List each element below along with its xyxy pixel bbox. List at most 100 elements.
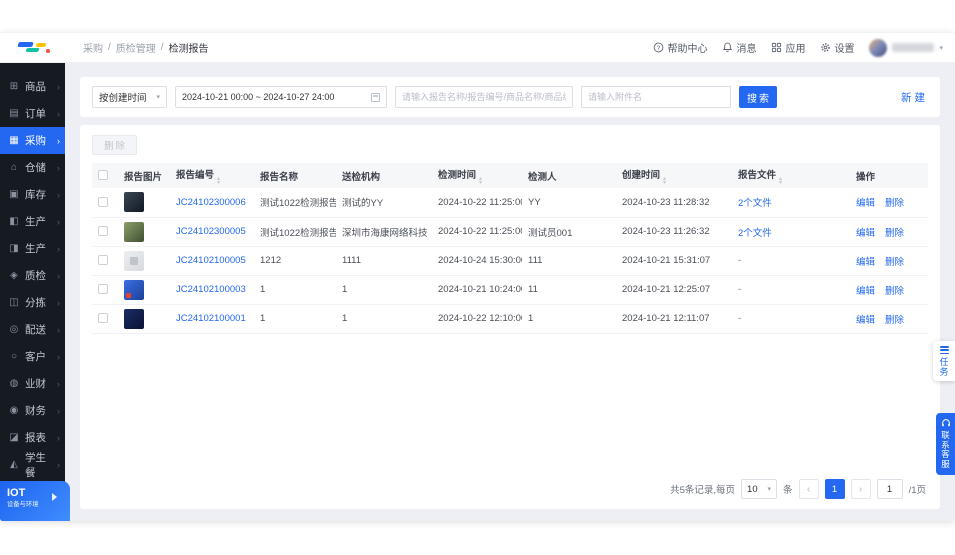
user-menu[interactable]: ▾ (869, 38, 943, 57)
sidebar-item-label: 商品 (25, 81, 46, 93)
col-test-time: 检测时间 (438, 169, 477, 181)
report-no-link[interactable]: JC24102100003 (176, 284, 246, 295)
date-range-input[interactable]: 2024-10-21 00:00 ~ 2024-10-27 24:00 (175, 86, 388, 108)
agency: 深圳市海康网络科技 (342, 227, 428, 239)
agency: 1 (342, 284, 348, 295)
row-checkbox[interactable] (98, 313, 108, 324)
report-no-link[interactable]: JC24102100005 (176, 255, 246, 266)
edit-link[interactable]: 编辑 (856, 198, 875, 209)
col-created-time: 创建时间 (622, 169, 661, 181)
report-thumbnail[interactable] (124, 279, 144, 300)
iot-panel[interactable]: IOT 设备与环境 (0, 481, 70, 521)
help-center-button[interactable]: ? 帮助中心 (653, 40, 707, 55)
sidebar-item-products[interactable]: ⊞ 商品 › (0, 73, 65, 100)
sort-icon[interactable]: ▴ ▾ (217, 176, 220, 186)
tasks-label: 任务 (939, 357, 949, 378)
keyword-search-input[interactable] (395, 86, 574, 108)
sidebar-item-production[interactable]: ◧ 生产 › (0, 208, 65, 235)
settings-button[interactable]: 设置 (820, 40, 854, 55)
sidebar-item-sorting[interactable]: ◫ 分拣 › (0, 289, 65, 316)
sidebar-item-reports[interactable]: ◪ 报表 › (0, 424, 65, 451)
chevron-right-icon: › (57, 135, 60, 146)
row-checkbox[interactable] (98, 197, 108, 208)
sidebar-item-procurement[interactable]: ▦ 采购 › (0, 127, 65, 154)
sidebar-item-label: 配送 (25, 324, 46, 336)
report-name: 1212 (260, 255, 282, 266)
sidebar-item-quality[interactable]: ◈ 质检 › (0, 262, 65, 289)
customer-service-float-button[interactable]: 联系客服 (936, 413, 955, 475)
page-number-current[interactable]: 1 (824, 479, 845, 499)
chevron-right-icon: › (57, 378, 60, 389)
report-thumbnail[interactable] (124, 221, 144, 242)
sidebar-item-finance[interactable]: ◉ 财务 › (0, 397, 65, 424)
edit-link[interactable]: 编辑 (856, 286, 875, 297)
report-no-link[interactable]: JC24102300006 (176, 197, 246, 208)
sorting-icon: ◫ (9, 297, 19, 308)
sidebar-item-production-2[interactable]: ◨ 生产 › (0, 235, 65, 262)
test-time: 2024-10-22 11:25:00 (438, 196, 522, 208)
delete-link[interactable]: 删除 (885, 198, 904, 209)
report-table: 报告图片 报告编号 ▴ ▾ 报告名称 送检机构 检测时间 ▴ ▾ 检测人 创建时间 ▴ ▾ … (92, 163, 928, 334)
delete-link[interactable]: 删除 (885, 228, 904, 239)
page-jump-input[interactable]: 1 (876, 479, 903, 499)
time-field-select[interactable]: 按创建时间 ▾ (92, 86, 168, 108)
edit-link[interactable]: 编辑 (856, 315, 875, 326)
col-operations: 操作 (856, 171, 876, 183)
main-content: 按创建时间 ▾ 2024-10-21 00:00 ~ 2024-10-27 24… (65, 63, 955, 521)
help-icon: ? (654, 42, 664, 53)
row-checkbox[interactable] (98, 255, 108, 266)
apps-button[interactable]: 应用 (771, 40, 805, 55)
messages-button[interactable]: 消息 (722, 40, 756, 55)
sort-icon[interactable]: ▴ ▾ (779, 176, 782, 186)
sidebar-item-warehouse[interactable]: ⌂ 仓储 › (0, 154, 65, 181)
report-thumbnail[interactable] (124, 308, 144, 329)
row-checkbox[interactable] (98, 226, 108, 237)
sidebar-item-delivery[interactable]: ◎ 配送 › (0, 316, 65, 343)
total-pages: /1页 (908, 485, 926, 496)
breadcrumb-item-current: 检测报告 (168, 44, 209, 55)
col-tester: 检测人 (528, 171, 557, 183)
next-page-button[interactable]: › (850, 479, 871, 499)
agency: 1 (342, 313, 348, 324)
apps-label: 应用 (785, 44, 806, 55)
sidebar-item-student-meals[interactable]: ◭ 学生餐 › (0, 451, 65, 479)
tasks-icon (939, 346, 949, 355)
files-link[interactable]: 2个文件 (738, 198, 772, 209)
delete-link[interactable]: 删除 (885, 257, 904, 268)
user-name-redacted (892, 43, 935, 52)
select-all-checkbox[interactable] (98, 170, 108, 181)
sidebar-item-label: 订单 (25, 108, 46, 120)
sort-icon[interactable]: ▴ ▾ (663, 176, 666, 186)
customer-service-label: 联系客服 (941, 430, 950, 469)
search-button[interactable]: 搜索 (739, 86, 778, 108)
files-link[interactable]: 2个文件 (738, 228, 772, 239)
breadcrumb-item[interactable]: 采购 (83, 40, 103, 55)
report-thumbnail[interactable] (124, 250, 144, 271)
sidebar-item-customers[interactable]: ○ 客户 › (0, 343, 65, 370)
page-size-select[interactable]: 10 ▾ (741, 479, 778, 499)
delete-link[interactable]: 删除 (885, 315, 904, 326)
report-thumbnail[interactable] (124, 192, 144, 213)
breadcrumb-item[interactable]: 质检管理 (116, 40, 156, 55)
sidebar-item-business-finance[interactable]: ◍ 业财 › (0, 370, 65, 397)
tasks-float-button[interactable]: 任务 (933, 341, 955, 382)
chevron-down-icon: ▾ (939, 44, 943, 52)
prev-page-button[interactable]: ‹ (798, 479, 819, 499)
files-empty: - (738, 255, 742, 266)
row-checkbox[interactable] (98, 284, 108, 295)
bulk-delete-button[interactable]: 删除 (92, 135, 138, 155)
sidebar-item-orders[interactable]: ▤ 订单 › (0, 100, 65, 127)
delete-link[interactable]: 删除 (885, 286, 904, 297)
attachment-search-input[interactable] (581, 86, 732, 108)
logo-icon (16, 40, 50, 56)
edit-link[interactable]: 编辑 (856, 257, 875, 268)
sidebar-item-label: 生产 (25, 243, 46, 255)
report-no-link[interactable]: JC24102300005 (176, 226, 246, 237)
sort-icon[interactable]: ▴ ▾ (479, 176, 482, 186)
sidebar-item-inventory[interactable]: ▣ 库存 › (0, 181, 65, 208)
page-size-unit: 条 (783, 485, 793, 496)
create-button[interactable]: 新建 (898, 90, 928, 105)
tester: 111 (528, 255, 543, 266)
edit-link[interactable]: 编辑 (856, 228, 875, 239)
report-no-link[interactable]: JC24102100001 (176, 313, 246, 324)
